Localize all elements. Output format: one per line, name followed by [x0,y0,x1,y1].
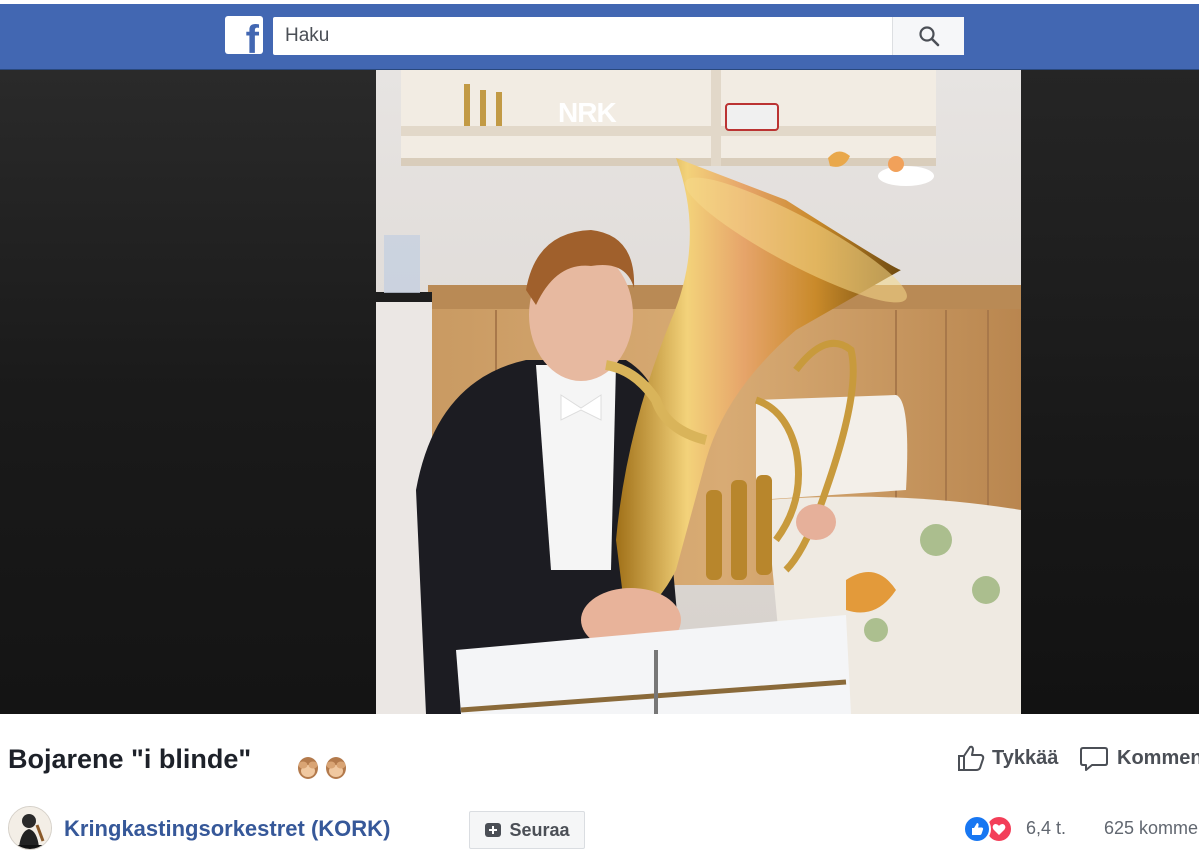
post-title: Bojarene "i blinde" [8,744,252,774]
search-button[interactable] [892,17,964,55]
comment-count[interactable]: 625 kommenttia [1104,818,1199,839]
thumbs-up-icon [958,745,985,771]
page-name-link[interactable]: Kringkastingsorkestret (KORK) [64,816,390,842]
see-no-evil-monkey-icon [326,757,346,779]
video-frame[interactable] [376,70,1021,714]
follow-label: Seuraa [509,819,570,840]
nrk-watermark: NRK [558,97,617,128]
title-emojis [296,754,348,780]
video-letterbox-right [1021,70,1199,714]
follow-button[interactable]: Seuraa [469,811,585,849]
search-icon [918,26,939,47]
reaction-count[interactable]: 6,4 t. [1026,818,1066,839]
like-label: Tykkää [992,746,1059,769]
facebook-f-icon[interactable]: f [225,16,263,54]
video-player[interactable]: NRK [0,70,1199,714]
speech-bubble-icon [1080,747,1108,771]
see-no-evil-monkey-icon [298,757,318,779]
comment-label: Kommentoi [1117,746,1199,769]
like-button[interactable]: Tykkää [956,744,1058,772]
video-letterbox-left [0,70,376,714]
reactions-summary[interactable] [963,815,1013,843]
search-input[interactable] [273,17,891,55]
search-box [273,17,964,55]
follow-plus-icon [485,823,502,837]
top-bar: f [0,0,1199,70]
comment-button[interactable]: Kommentoi [1079,744,1199,772]
like-reaction-icon [963,815,991,843]
video-still [376,70,1021,714]
avatar-illustration [9,807,51,849]
page-avatar[interactable] [8,806,52,850]
